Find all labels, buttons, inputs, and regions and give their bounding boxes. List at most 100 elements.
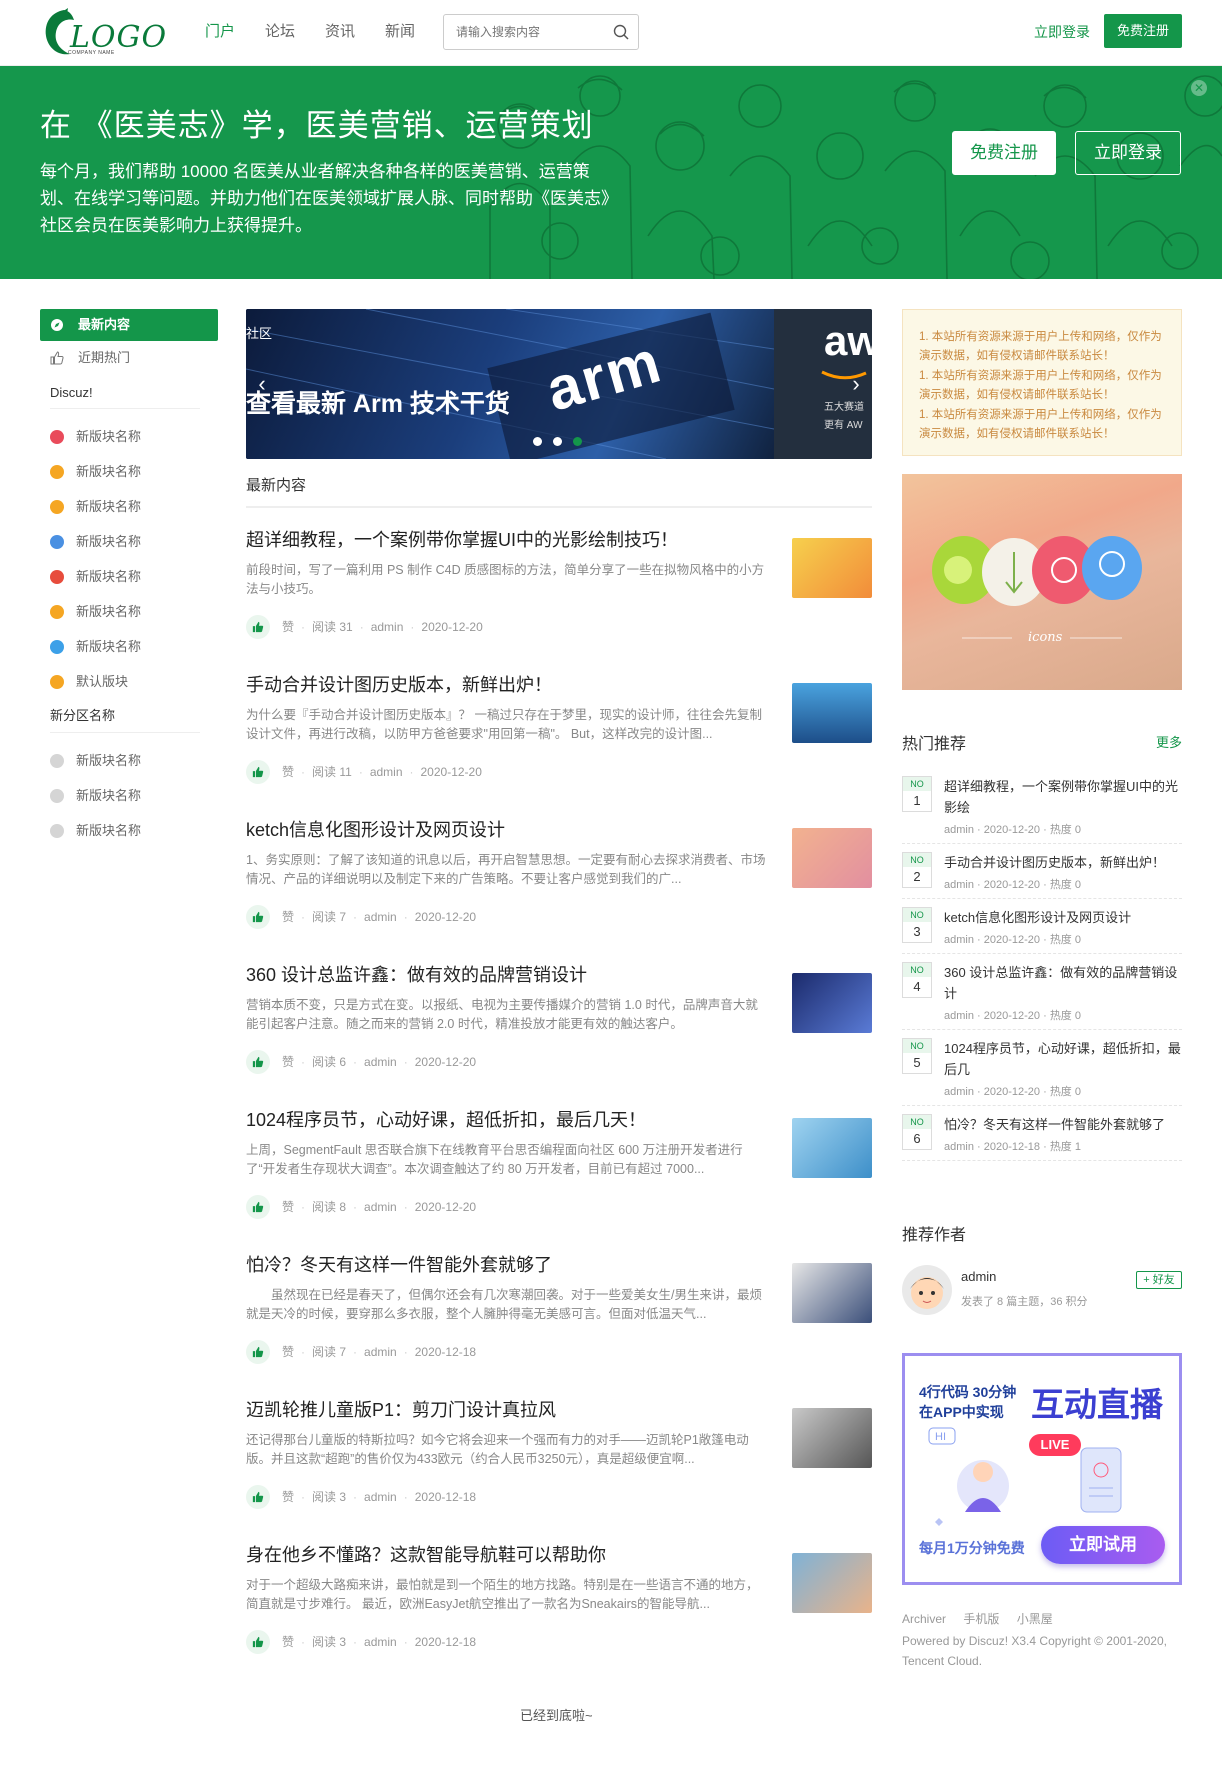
post-author[interactable]: admin <box>370 760 403 784</box>
like-label[interactable]: 赞 <box>282 1050 294 1074</box>
sidebar-forum-item[interactable]: 新版块名称 <box>40 524 218 559</box>
like-icon[interactable] <box>246 1050 270 1074</box>
post-title[interactable]: 手动合并设计图历史版本，新鲜出炉！ <box>246 671 766 697</box>
sidebar-forum-item[interactable]: 新版块名称 <box>40 629 218 664</box>
post-author[interactable]: admin <box>364 1630 397 1654</box>
ad-banner[interactable]: 4行代码 30分钟 在APP中实现 互动直播 LIVE HI 每月1万分钟免费 立… <box>902 1353 1182 1585</box>
post-title[interactable]: 超详细教程，一个案例带你掌握UI中的光影绘制技巧！ <box>246 526 766 552</box>
footer-link-archiver[interactable]: Archiver <box>902 1612 946 1626</box>
sidebar-forum-item[interactable]: 新版块名称 <box>40 454 218 489</box>
author-row: admin 发表了 8 篇主题，36 积分 + 好友 <box>902 1261 1182 1321</box>
author-name[interactable]: admin <box>961 1269 996 1284</box>
sidebar-forum-item[interactable]: 新版块名称 <box>40 419 218 454</box>
sidebar-item-latest[interactable]: 最新内容 <box>40 309 218 341</box>
login-link[interactable]: 立即登录 <box>1034 22 1090 42</box>
post-title[interactable]: 迈凯轮推儿童版P1：剪刀门设计真拉风 <box>246 1396 766 1422</box>
post-thumbnail[interactable] <box>792 1408 872 1468</box>
nav-portal[interactable]: 门户 <box>205 20 235 44</box>
carousel-dot[interactable] <box>533 437 542 446</box>
carousel-prev-icon[interactable]: ‹ <box>250 369 274 399</box>
post-thumbnail[interactable] <box>792 1553 872 1613</box>
hot-item-title[interactable]: 手动合并设计图历史版本，新鲜出炉！ <box>944 852 1182 873</box>
banner-login-button[interactable]: 立即登录 <box>1075 131 1181 175</box>
search-icon[interactable] <box>613 24 629 40</box>
sidebar-forum-item[interactable]: 默认版块 <box>40 664 218 699</box>
hot-title: 热门推荐 更多 <box>902 730 1182 754</box>
add-friend-button[interactable]: + 好友 <box>1136 1271 1182 1289</box>
like-label[interactable]: 赞 <box>282 1195 294 1219</box>
post-title[interactable]: 1024程序员节，心动好课，超低折扣，最后几天！ <box>246 1106 766 1132</box>
footer-link-blackroom[interactable]: 小黑屋 <box>1017 1612 1053 1626</box>
sidebar-forum-item[interactable]: 新版块名称 <box>40 594 218 629</box>
sidebar-forum-item[interactable]: 新版块名称 <box>40 813 218 848</box>
post-thumbnail[interactable] <box>792 538 872 598</box>
sidebar-forum-item[interactable]: 新版块名称 <box>40 489 218 524</box>
search-input[interactable] <box>456 15 606 49</box>
hot-item: NO 1 超详细教程，一个案例带你掌握UI中的光影绘 admin · 2020-12-… <box>902 768 1182 844</box>
post-thumbnail[interactable] <box>792 828 872 888</box>
like-icon[interactable] <box>246 1630 270 1654</box>
banner-register-button[interactable]: 免费注册 <box>952 131 1056 175</box>
post-author[interactable]: admin <box>364 1340 397 1364</box>
like-label[interactable]: 赞 <box>282 1485 294 1509</box>
hot-item-title[interactable]: 超详细教程，一个案例带你掌握UI中的光影绘 <box>944 776 1182 818</box>
nav-forum[interactable]: 论坛 <box>265 20 295 44</box>
like-icon[interactable] <box>246 1340 270 1364</box>
try-now-button[interactable]: 立即试用 <box>1041 1526 1165 1564</box>
post-author[interactable]: admin <box>364 1195 397 1219</box>
post-meta: 赞 · 阅读 3 · admin · 2020-12-18 <box>246 1630 872 1654</box>
read-count: 阅读 7 <box>312 910 347 924</box>
post-author[interactable]: admin <box>371 615 404 639</box>
close-icon[interactable]: ✕ <box>1191 80 1207 96</box>
post-thumbnail[interactable] <box>792 973 872 1033</box>
carousel-next-icon[interactable]: › <box>844 369 868 399</box>
like-label[interactable]: 赞 <box>282 1340 294 1364</box>
post-author[interactable]: admin <box>364 1485 397 1509</box>
sidebar-forum-item[interactable]: 新版块名称 <box>40 559 218 594</box>
post-title[interactable]: 身在他乡不懂路？这款智能导航鞋可以帮助你 <box>246 1541 766 1567</box>
footer-link-mobile[interactable]: 手机版 <box>963 1612 999 1626</box>
hero-banner: 在 《医美志》学，医美营销、运营策划 每个月，我们帮助 10000 名医美从业者… <box>0 66 1222 279</box>
post-title[interactable]: 怕冷？冬天有这样一件智能外套就够了 <box>246 1251 766 1277</box>
like-label[interactable]: 赞 <box>282 760 294 784</box>
avatar[interactable] <box>902 1265 952 1315</box>
like-icon[interactable] <box>246 760 270 784</box>
like-icon[interactable] <box>246 1485 270 1509</box>
image-carousel[interactable]: 社区 arm 查看最新 Arm 技术干货 aw 五大赛道 更有 AW ‹ › <box>246 309 872 459</box>
post-author[interactable]: admin <box>364 905 397 929</box>
top-navbar: LOGO COMPANY NAME 门户 论坛 资讯 新闻 立即登录 免费注册 <box>0 0 1222 66</box>
carousel-dot[interactable] <box>553 437 562 446</box>
carousel-dot-active[interactable] <box>573 437 582 446</box>
like-icon[interactable] <box>246 905 270 929</box>
post-title[interactable]: ketch信息化图形设计及网页设计 <box>246 816 766 842</box>
hot-item-title[interactable]: ketch信息化图形设计及网页设计 <box>944 907 1182 928</box>
post-title[interactable]: 360 设计总监许鑫：做有效的品牌营销设计 <box>246 961 766 987</box>
sidebar-forum-label: 新版块名称 <box>76 464 142 479</box>
post-author[interactable]: admin <box>364 1050 397 1074</box>
like-label[interactable]: 赞 <box>282 1630 294 1654</box>
hot-item: NO 2 手动合并设计图历史版本，新鲜出炉！ admin · 2020-12-20 ·… <box>902 844 1182 899</box>
like-icon[interactable] <box>246 1195 270 1219</box>
like-label[interactable]: 赞 <box>282 615 294 639</box>
site-logo[interactable]: LOGO COMPANY NAME <box>40 6 166 60</box>
like-icon[interactable] <box>246 615 270 639</box>
nav-news[interactable]: 新闻 <box>385 20 415 44</box>
register-button[interactable]: 免费注册 <box>1104 14 1182 48</box>
hot-item: NO 3 ketch信息化图形设计及网页设计 admin · 2020-12-20 ·… <box>902 899 1182 954</box>
post-date: 2020-12-18 <box>414 1490 477 1504</box>
sidebar-item-hot[interactable]: 近期热门 <box>40 341 218 375</box>
post-thumbnail[interactable] <box>792 1263 872 1323</box>
rank-badge: NO 1 <box>902 776 932 812</box>
hot-item-title[interactable]: 360 设计总监许鑫：做有效的品牌营销设计 <box>944 962 1182 1004</box>
post-thumbnail[interactable] <box>792 683 872 743</box>
like-label[interactable]: 赞 <box>282 905 294 929</box>
sidebar-forum-item[interactable]: 新版块名称 <box>40 778 218 813</box>
hot-item-title[interactable]: 怕冷？冬天有这样一件智能外套就够了 <box>944 1114 1182 1135</box>
rank-badge: NO 4 <box>902 962 932 998</box>
nav-info[interactable]: 资讯 <box>325 20 355 44</box>
icons-promo-image[interactable]: icons <box>902 474 1182 690</box>
hot-item-title[interactable]: 1024程序员节，心动好课，超低折扣，最后几 <box>944 1038 1182 1080</box>
sidebar-forum-item[interactable]: 新版块名称 <box>40 743 218 778</box>
more-link[interactable]: 更多 <box>1156 732 1182 751</box>
post-thumbnail[interactable] <box>792 1118 872 1178</box>
